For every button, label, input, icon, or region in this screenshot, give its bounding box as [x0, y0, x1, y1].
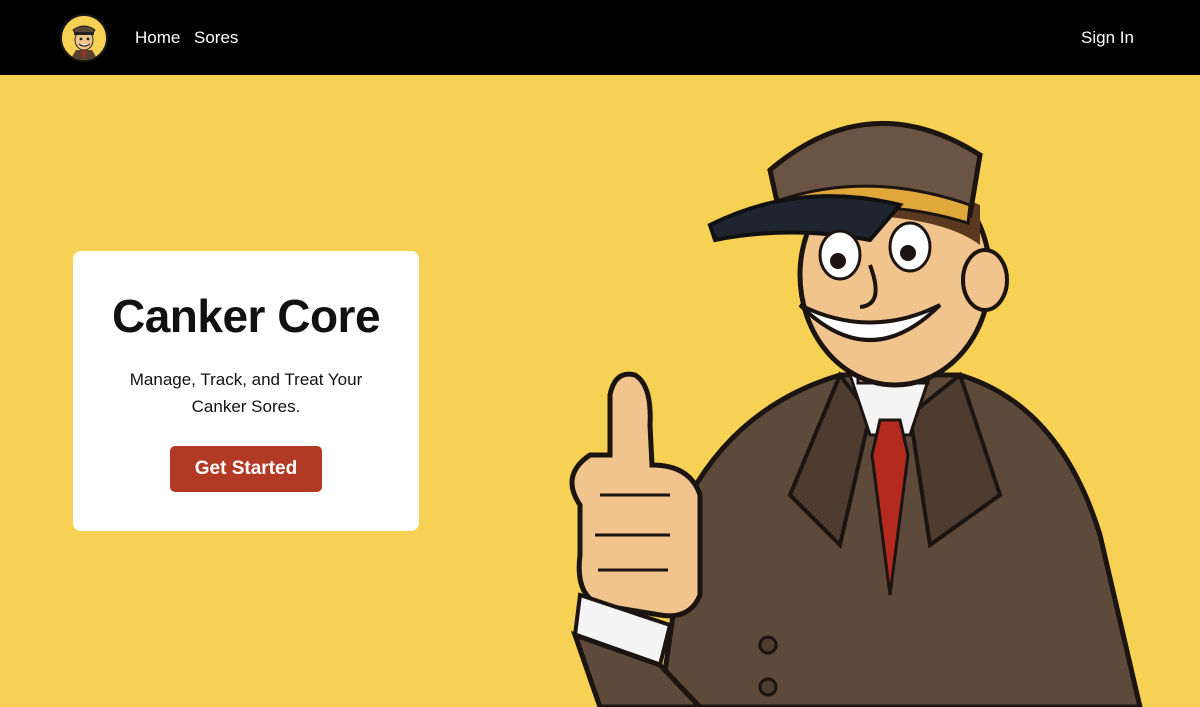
get-started-button[interactable]: Get Started: [170, 446, 322, 492]
hero-card: Canker Core Manage, Track, and Treat You…: [73, 251, 419, 531]
nav-home-link[interactable]: Home: [135, 28, 180, 48]
thumbs-up-mascot-illustration: [540, 75, 1200, 707]
hero-title: Canker Core: [111, 290, 381, 342]
top-navbar: Home Sores Sign In: [0, 0, 1200, 75]
hero-subtitle: Manage, Track, and Treat Your Canker Sor…: [129, 370, 363, 416]
sign-in-link[interactable]: Sign In: [1081, 28, 1134, 48]
nav-sores-link[interactable]: Sores: [194, 28, 238, 48]
mascot-logo-icon[interactable]: [60, 14, 108, 62]
